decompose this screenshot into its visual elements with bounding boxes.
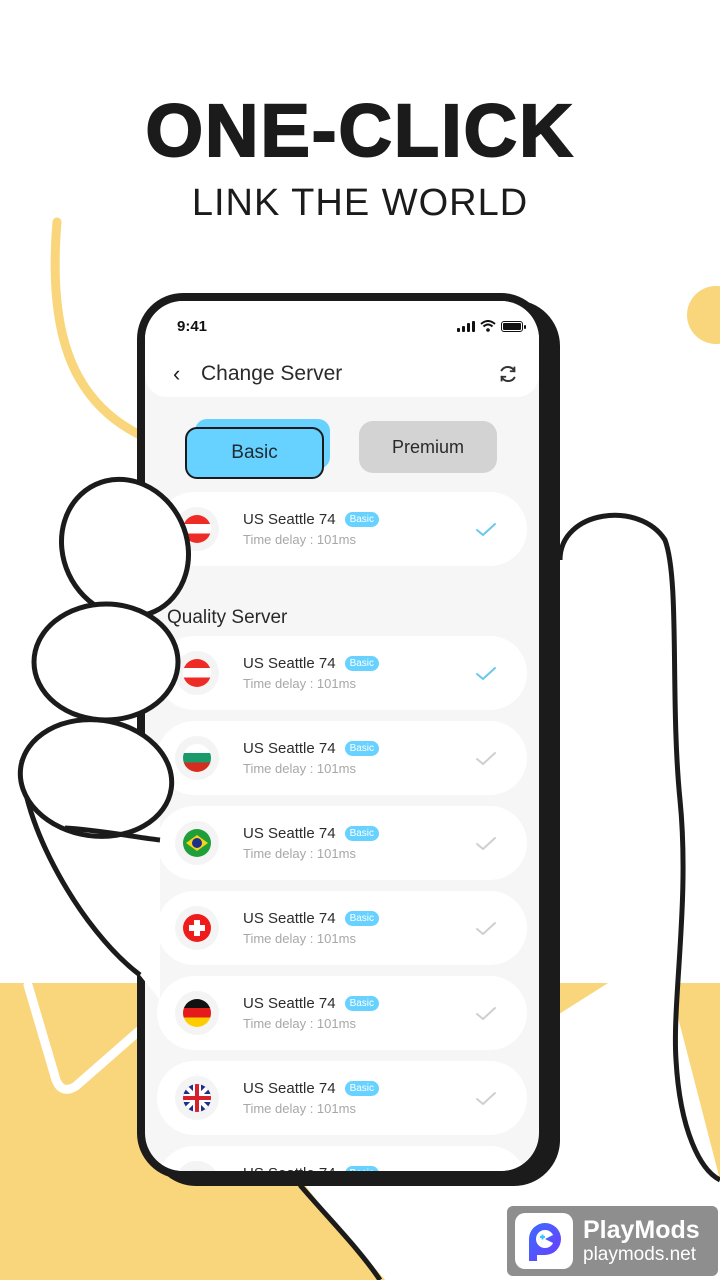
flag-container: [175, 507, 219, 551]
flag-container: [175, 906, 219, 950]
server-list-item[interactable]: US Seattle 74 Basic Time delay : 101ms: [157, 636, 527, 710]
flag-container: [175, 821, 219, 865]
current-server-card[interactable]: US Seattle 74 Basic Time delay : 101ms: [157, 492, 527, 566]
germany-flag-icon: [183, 999, 211, 1027]
flag-container: [175, 991, 219, 1035]
united-kingdom-flag-icon: [183, 1084, 211, 1112]
server-name: US Seattle 74: [243, 995, 336, 1012]
server-list-item[interactable]: US Seattle 74 Basic Time delay : 101ms: [157, 976, 527, 1050]
server-name: US Seattle 74: [243, 910, 336, 927]
check-icon: [476, 752, 496, 765]
server-badge: Basic: [344, 1081, 380, 1096]
flag-container: [175, 736, 219, 780]
server-delay: Time delay : 101ms: [243, 846, 356, 861]
nav-bar: ‹ Change Server: [145, 351, 539, 397]
server-title-row: US Seattle 74 Basic: [243, 995, 475, 1012]
server-info: US Seattle 74 Basic Time delay : 101ms: [243, 740, 475, 776]
tab-basic[interactable]: Basic: [185, 427, 324, 479]
server-type-tabs: Basic Premium: [145, 411, 539, 479]
austria-flag-icon: [183, 515, 211, 543]
promo-subline: LINK THE WORLD: [191, 182, 529, 224]
page-title: Change Server: [201, 362, 343, 385]
server-title-row: US Seattle 74 Basic: [243, 655, 475, 672]
server-list-item[interactable]: US Seattle 74 Basic Time delay : 101ms: [157, 1146, 527, 1171]
tab-premium[interactable]: Premium: [359, 421, 497, 473]
server-info: US Seattle 74 Basic Time delay : 101ms: [243, 655, 475, 691]
check-icon: [476, 523, 496, 536]
server-name: US Seattle 74: [243, 511, 336, 528]
server-delay: Time delay : 101ms: [243, 1101, 356, 1116]
check-icon: [476, 1092, 496, 1105]
yellow-arc-decoration: [50, 217, 145, 440]
server-badge: Basic: [344, 996, 380, 1011]
check-icon: [476, 667, 496, 680]
server-delay: Time delay : 101ms: [243, 761, 356, 776]
flag-container: [175, 1076, 219, 1120]
check-icon: [476, 837, 496, 850]
server-title-row: US Seattle 74 Basic: [243, 740, 475, 757]
server-title-row: US Seattle 74 Basic: [243, 825, 475, 842]
server-name: US Seattle 74: [243, 1165, 336, 1171]
server-info: US Seattle 74 Basic Time delay : 101ms: [243, 1080, 475, 1116]
promo-headline: ONE-CLICK: [144, 88, 575, 173]
brazil-flag-icon: [183, 829, 211, 857]
switzerland-flag-icon: [183, 914, 211, 942]
server-name: US Seattle 74: [243, 825, 336, 842]
refresh-icon[interactable]: [497, 363, 519, 385]
server-title-row: US Seattle 74 Basic: [243, 910, 475, 927]
server-badge: Basic: [344, 911, 380, 926]
server-badge: Basic: [344, 1166, 380, 1171]
server-badge: Basic: [344, 512, 380, 527]
bulgaria-flag-icon: [183, 744, 211, 772]
watermark-url: playmods.net: [583, 1243, 697, 1265]
status-icons: [457, 320, 526, 332]
server-delay: Time delay : 101ms: [243, 532, 356, 547]
back-button[interactable]: ‹: [173, 361, 201, 387]
server-info: US Seattle 74 Basic Time delay : 101ms: [243, 825, 475, 861]
server-badge: Basic: [344, 826, 380, 841]
server-name: US Seattle 74: [243, 740, 336, 757]
server-name: US Seattle 74: [243, 1080, 336, 1097]
server-info: US Seattle 74 Basic Time delay : 101ms: [243, 511, 475, 547]
check-icon: [476, 1007, 496, 1020]
watermark-text: PlayMods playmods.net: [583, 1215, 700, 1266]
status-bar: 9:41: [145, 301, 539, 351]
server-delay: Time delay : 101ms: [243, 931, 356, 946]
server-delay: Time delay : 101ms: [243, 1016, 356, 1031]
austria-flag-icon: [183, 659, 211, 687]
playmods-logo-icon: [515, 1213, 573, 1269]
server-title-row: US Seattle 74 Basic: [243, 511, 475, 528]
flag-container: [175, 1161, 219, 1171]
server-title-row: US Seattle 74 Basic: [243, 1165, 475, 1171]
server-list-item[interactable]: US Seattle 74 Basic Time delay : 101ms: [157, 891, 527, 965]
server-list-item[interactable]: US Seattle 74 Basic Time delay : 101ms: [157, 806, 527, 880]
battery-icon: [501, 320, 526, 332]
section-title: Quality Server: [167, 607, 288, 628]
watermark-name: PlayMods: [583, 1215, 700, 1244]
flag-container: [175, 651, 219, 695]
server-delay: Time delay : 101ms: [243, 676, 356, 691]
yellow-dot-decoration: [687, 286, 720, 344]
server-title-row: US Seattle 74 Basic: [243, 1080, 475, 1097]
server-badge: Basic: [344, 741, 380, 756]
server-info: US Seattle 74 Basic Time delay : 101ms: [243, 910, 475, 946]
server-info: US Seattle 74 Basic Time delay : 101ms: [243, 995, 475, 1031]
server-badge: Basic: [344, 656, 380, 671]
unknown-flag-icon: [183, 1169, 211, 1171]
check-icon: [476, 922, 496, 935]
playmods-watermark: PlayMods playmods.net: [507, 1206, 718, 1276]
phone-screen: 9:41 ‹ Change Server Basic Premium US Se…: [145, 301, 539, 1171]
server-list-item[interactable]: US Seattle 74 Basic Time delay : 101ms: [157, 721, 527, 795]
server-list-item[interactable]: US Seattle 74 Basic Time delay : 101ms: [157, 1061, 527, 1135]
wifi-icon: [480, 320, 496, 332]
server-name: US Seattle 74: [243, 655, 336, 672]
status-time: 9:41: [177, 317, 208, 335]
phone-frame: 9:41 ‹ Change Server Basic Premium US Se…: [137, 293, 547, 1179]
server-info: US Seattle 74 Basic Time delay : 101ms: [243, 1165, 475, 1171]
signal-icon: [457, 320, 475, 332]
